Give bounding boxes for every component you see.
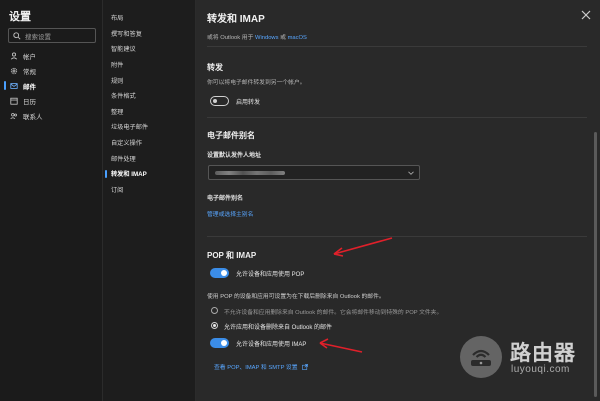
panel-title: 转发和 IMAP: [207, 14, 265, 25]
radio-allow-delete-label: 允许应用和设备删除来自 Outlook 的邮件: [224, 325, 333, 331]
sidebar-item-label: 日历: [23, 98, 36, 106]
alias-label: 电子邮件别名: [207, 196, 244, 202]
subnav-item-layout[interactable]: 布局: [103, 10, 196, 26]
forwarding-toggle[interactable]: [210, 96, 229, 106]
settings-nav: 帐户 常规 邮件 日历 联系人: [0, 48, 103, 123]
settings-title: 设置: [9, 11, 31, 23]
sidebar-item-label: 邮件: [23, 83, 36, 91]
settings-link-text[interactable]: 查看 POP、IMAP 和 SMTP 设置: [214, 365, 298, 371]
default-from-select[interactable]: [208, 165, 420, 180]
sidebar-item-calendar[interactable]: 日历: [0, 93, 103, 108]
sidebar-item-label: 联系人: [23, 113, 43, 121]
forwarding-toggle-label: 启用转发: [236, 100, 261, 106]
alias-heading: 电子邮件别名: [207, 131, 255, 140]
subnav-item-message-handling[interactable]: 邮件处理: [103, 150, 196, 166]
subnav-item-junk-email[interactable]: 垃圾电子邮件: [103, 119, 196, 135]
subnav-item-compose[interactable]: 撰写和答复: [103, 26, 196, 42]
settings-sidebar: 设置 搜索设置 帐户 常规 邮件 日历 联系人: [0, 0, 103, 401]
redacted-address: [215, 171, 285, 175]
subnav-item-subscriptions[interactable]: 订阅: [103, 182, 196, 198]
macos-link[interactable]: macOS: [288, 35, 307, 41]
subnav-item-forwarding-imap[interactable]: 转发和 IMAP: [103, 166, 196, 182]
subnav-item-custom-actions[interactable]: 自定义操作: [103, 135, 196, 151]
search-input[interactable]: 搜索设置: [8, 28, 96, 43]
watermark: 路由器 luyouqi.com: [458, 333, 593, 385]
divider: [207, 46, 587, 47]
sidebar-item-general[interactable]: 常规: [0, 63, 103, 78]
watermark-url: luyouqi.com: [511, 364, 570, 375]
annotation-arrow-imap: [319, 338, 363, 353]
calendar-icon: [10, 97, 18, 105]
sidebar-item-contacts[interactable]: 联系人: [0, 108, 103, 123]
router-logo: [460, 336, 502, 378]
subnav-item-sweep[interactable]: 整理: [103, 104, 196, 120]
manage-alias-link[interactable]: 管理或选择主别名: [207, 209, 253, 218]
subnav-item-suggestions[interactable]: 智能建议: [103, 41, 196, 57]
forwarding-heading: 转发: [207, 63, 223, 72]
sidebar-item-label: 常规: [23, 68, 36, 76]
hint-middle: 或: [278, 35, 288, 41]
mail-subnav: 布局 撰写和答复 智能建议 附件 规则 条件格式 整理 垃圾电子邮件 自定义操作…: [103, 0, 196, 401]
sidebar-item-mail[interactable]: 邮件: [0, 78, 103, 93]
default-from-label: 设置默认发件人地址: [207, 153, 262, 159]
mail-icon: [10, 82, 18, 89]
scrollbar[interactable]: [594, 132, 597, 397]
sidebar-item-label: 帐户: [23, 53, 36, 61]
sidebar-item-account[interactable]: 帐户: [0, 48, 103, 63]
pop-toggle-label: 允许设备和应用使用 POP: [236, 272, 305, 278]
subnav-item-attachments[interactable]: 附件: [103, 57, 196, 73]
watermark-name: 路由器: [510, 342, 576, 365]
search-placeholder: 搜索设置: [25, 33, 51, 41]
person-icon: [10, 52, 18, 59]
pop-imap-smtp-settings-link[interactable]: 查看 POP、IMAP 和 SMTP 设置: [214, 362, 309, 371]
subnav-item-conditional-formatting[interactable]: 条件格式: [103, 88, 196, 104]
divider: [207, 236, 587, 237]
pop-description: 使用 POP 的设备和应用可设置为在下载后删除来自 Outlook 的邮件。: [207, 294, 385, 300]
imap-toggle-label: 允许设备和应用使用 IMAP: [236, 342, 307, 348]
people-icon: [10, 112, 17, 119]
radio-no-delete-label: 不允许设备和应用删除来自 Outlook 的邮件。它会将邮件移动到特殊的 POP…: [224, 310, 443, 316]
search-icon: [13, 31, 21, 40]
radio-no-delete[interactable]: [211, 307, 218, 314]
close-icon[interactable]: [580, 9, 592, 21]
gear-icon: [10, 67, 18, 74]
external-link-icon: [302, 364, 309, 370]
imap-toggle[interactable]: [210, 338, 229, 348]
forwarding-description: 你可以将电子邮件转发到另一个帐户。: [207, 80, 306, 86]
annotation-arrow-pop: [333, 237, 393, 257]
radio-allow-delete[interactable]: [211, 322, 218, 329]
windows-link[interactable]: Windows: [255, 35, 279, 41]
pop-imap-heading: POP 和 IMAP: [207, 251, 257, 260]
hint-prefix: 或将 Outlook 用于: [207, 35, 255, 41]
divider: [207, 117, 587, 118]
chevron-down-icon: [408, 171, 414, 175]
outlook-apps-hint: 或将 Outlook 用于 Windows 或 macOS: [207, 32, 307, 41]
router-icon: [471, 349, 491, 366]
pop-toggle[interactable]: [210, 268, 229, 278]
subnav-item-rules[interactable]: 规则: [103, 72, 196, 88]
